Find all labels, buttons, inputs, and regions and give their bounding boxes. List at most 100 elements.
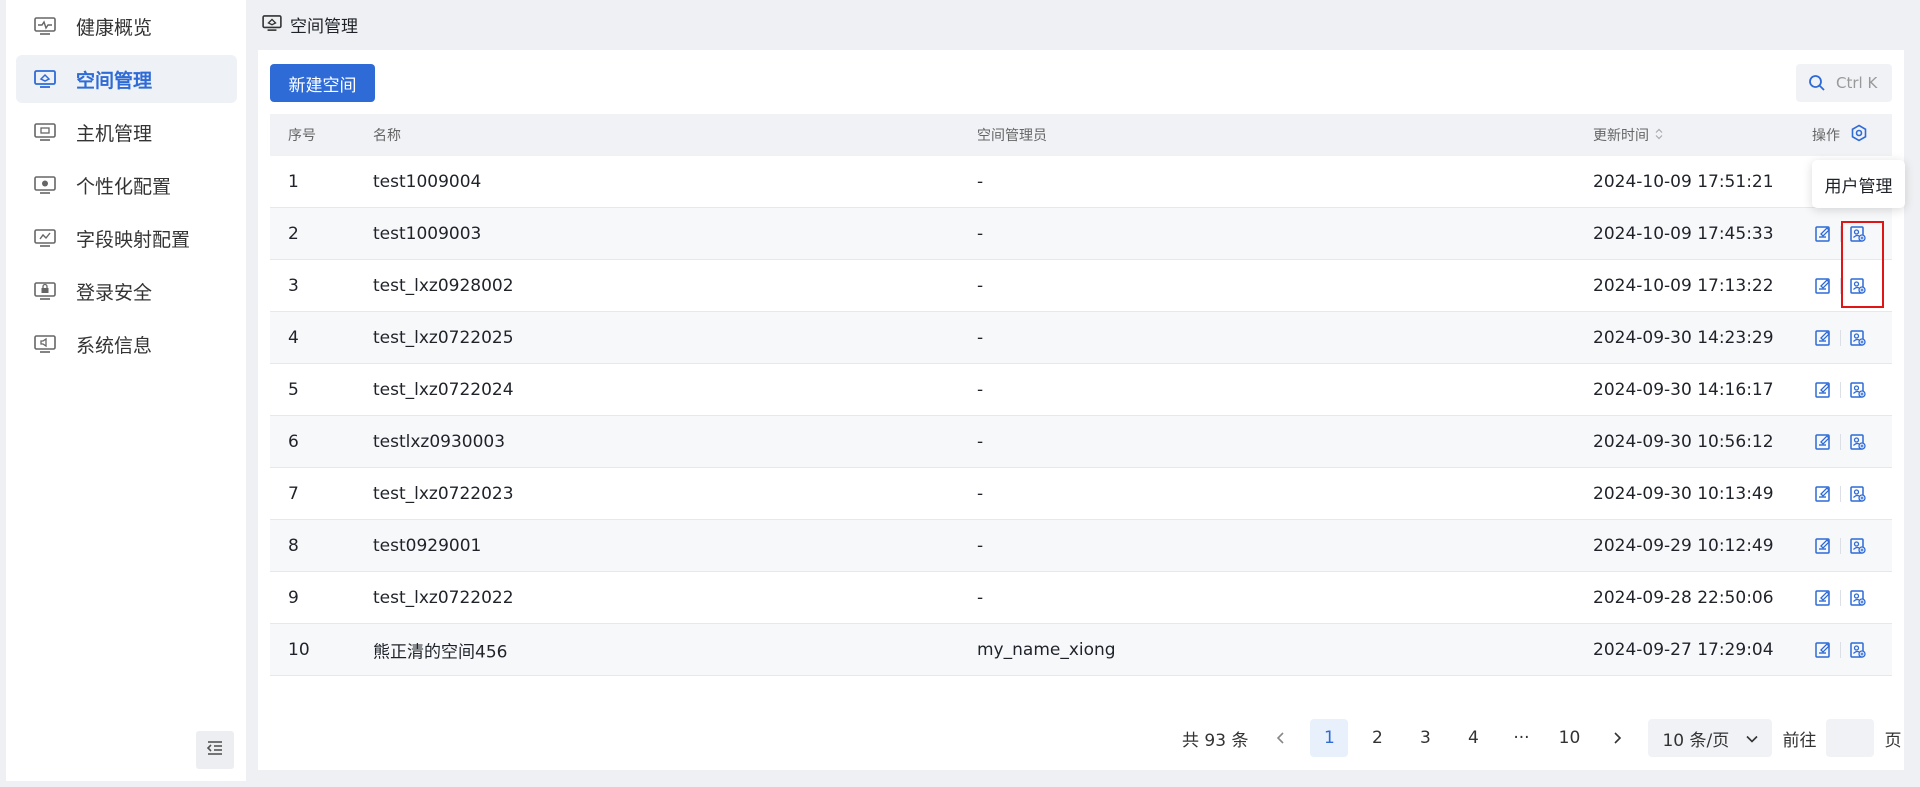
new-space-button[interactable]: 新建空间 <box>270 64 375 102</box>
cell-name: test_lxz0722024 <box>373 379 514 400</box>
config-icon <box>34 176 56 194</box>
prev-page-button[interactable] <box>1262 719 1300 757</box>
user-management-icon <box>1849 485 1867 503</box>
space-icon <box>262 14 282 35</box>
edit-button[interactable] <box>1812 379 1834 401</box>
search-icon <box>1808 74 1826 92</box>
cell-name: 熊正清的空间456 <box>373 642 508 662</box>
user-management-button[interactable] <box>1847 275 1869 297</box>
column-header-updated[interactable]: 更新时间 <box>1593 125 1663 145</box>
user-management-icon <box>1849 641 1867 659</box>
edit-button[interactable] <box>1812 483 1834 505</box>
edit-button[interactable] <box>1812 223 1834 245</box>
field-mapping-icon <box>34 229 56 247</box>
collapse-sidebar-icon <box>206 740 224 760</box>
sidebar-item-space-management[interactable]: 空间管理 <box>16 55 237 103</box>
table-row: 5 test_lxz0722024 - 2024-09-30 14:16:17 <box>270 364 1892 416</box>
page-button[interactable]: 2 <box>1358 719 1396 757</box>
collapse-sidebar-button[interactable] <box>196 731 234 769</box>
cell-index: 7 <box>288 483 299 504</box>
cell-updated: 2024-10-09 17:51:21 <box>1593 171 1774 192</box>
cell-admin: - <box>977 587 984 608</box>
row-actions <box>1812 275 1869 297</box>
column-settings-icon[interactable] <box>1850 124 1868 146</box>
user-management-button[interactable] <box>1847 535 1869 557</box>
user-management-button[interactable] <box>1847 431 1869 453</box>
user-management-button[interactable] <box>1847 483 1869 505</box>
sidebar: 健康概览 空间管理 主机管理 个性化配置 字段映射配置 登录安全 系统信息 <box>6 0 246 781</box>
pagination: 共 93 条 1 2 3 4 ··· 10 10 条/页 前往 页 <box>1182 719 1901 757</box>
edit-icon <box>1814 329 1832 347</box>
row-actions <box>1812 379 1869 401</box>
sidebar-item-host-management[interactable]: 主机管理 <box>16 108 237 156</box>
page-button[interactable]: 4 <box>1454 719 1492 757</box>
cell-index: 2 <box>288 223 299 244</box>
edit-button[interactable] <box>1812 639 1834 661</box>
space-table: 序号 名称 空间管理员 更新时间 操作 1 test1009004 - 2024-10… <box>270 114 1892 676</box>
page-header: 空间管理 <box>262 12 358 37</box>
row-actions <box>1812 535 1869 557</box>
user-management-button[interactable] <box>1847 327 1869 349</box>
cell-index: 6 <box>288 431 299 452</box>
cell-admin: - <box>977 223 984 244</box>
edit-icon <box>1814 641 1832 659</box>
sidebar-item-personalization[interactable]: 个性化配置 <box>16 161 237 209</box>
sidebar-item-field-mapping[interactable]: 字段映射配置 <box>16 214 237 262</box>
cell-index: 10 <box>288 639 310 660</box>
cell-admin: - <box>977 379 984 400</box>
sidebar-item-login-security[interactable]: 登录安全 <box>16 267 237 315</box>
cell-name: test1009003 <box>373 223 482 244</box>
page-button[interactable]: 3 <box>1406 719 1444 757</box>
cell-updated: 2024-10-09 17:45:33 <box>1593 223 1774 244</box>
search-box[interactable] <box>1796 64 1892 102</box>
cell-index: 4 <box>288 327 299 348</box>
page-button[interactable]: 10 <box>1550 719 1588 757</box>
row-actions <box>1812 223 1869 245</box>
user-management-button[interactable] <box>1847 587 1869 609</box>
action-divider <box>1840 381 1841 398</box>
system-info-icon <box>34 335 56 353</box>
page-button[interactable]: 1 <box>1310 719 1349 757</box>
cell-updated: 2024-09-30 10:56:12 <box>1593 431 1774 452</box>
column-header-actions-label: 操作 <box>1812 128 1840 144</box>
cell-index: 1 <box>288 171 299 192</box>
row-actions <box>1812 587 1869 609</box>
edit-button[interactable] <box>1812 327 1834 349</box>
cell-admin: - <box>977 327 984 348</box>
search-input[interactable] <box>1836 74 1884 92</box>
edit-button[interactable] <box>1812 535 1834 557</box>
sidebar-item-system-info[interactable]: 系统信息 <box>16 320 237 368</box>
next-page-button[interactable] <box>1598 719 1636 757</box>
table-header: 序号 名称 空间管理员 更新时间 操作 <box>270 114 1892 156</box>
page-ellipsis[interactable]: ··· <box>1502 719 1540 757</box>
cell-admin: - <box>977 275 984 296</box>
user-management-button[interactable] <box>1847 223 1869 245</box>
table-row: 7 test_lxz0722023 - 2024-09-30 10:13:49 <box>270 468 1892 520</box>
sidebar-item-label: 个性化配置 <box>76 175 172 198</box>
edit-icon <box>1814 485 1832 503</box>
user-management-icon <box>1849 329 1867 347</box>
sidebar-item-label: 空间管理 <box>76 69 153 92</box>
cell-updated: 2024-09-30 14:16:17 <box>1593 379 1774 400</box>
sidebar-item-label: 系统信息 <box>76 334 153 357</box>
table-row: 2 test1009003 - 2024-10-09 17:45:33 <box>270 208 1892 260</box>
row-actions <box>1812 431 1869 453</box>
edit-button[interactable] <box>1812 275 1834 297</box>
edit-icon <box>1814 381 1832 399</box>
cell-name: test0929001 <box>373 535 482 556</box>
user-management-button[interactable] <box>1847 639 1869 661</box>
sidebar-item-health-overview[interactable]: 健康概览 <box>16 2 237 50</box>
user-management-icon <box>1849 277 1867 295</box>
column-header-actions: 操作 <box>1812 124 1868 146</box>
user-management-icon <box>1849 433 1867 451</box>
edit-button[interactable] <box>1812 587 1834 609</box>
edit-button[interactable] <box>1812 431 1834 453</box>
page-size-select[interactable]: 10 条/页 <box>1648 719 1773 757</box>
sort-icon[interactable] <box>1655 128 1663 144</box>
cell-updated: 2024-09-30 10:13:49 <box>1593 483 1774 504</box>
cell-admin: - <box>977 535 984 556</box>
user-management-button[interactable] <box>1847 379 1869 401</box>
user-management-icon <box>1849 589 1867 607</box>
cell-admin: my_name_xiong <box>977 639 1116 660</box>
goto-page-input[interactable] <box>1826 719 1875 757</box>
